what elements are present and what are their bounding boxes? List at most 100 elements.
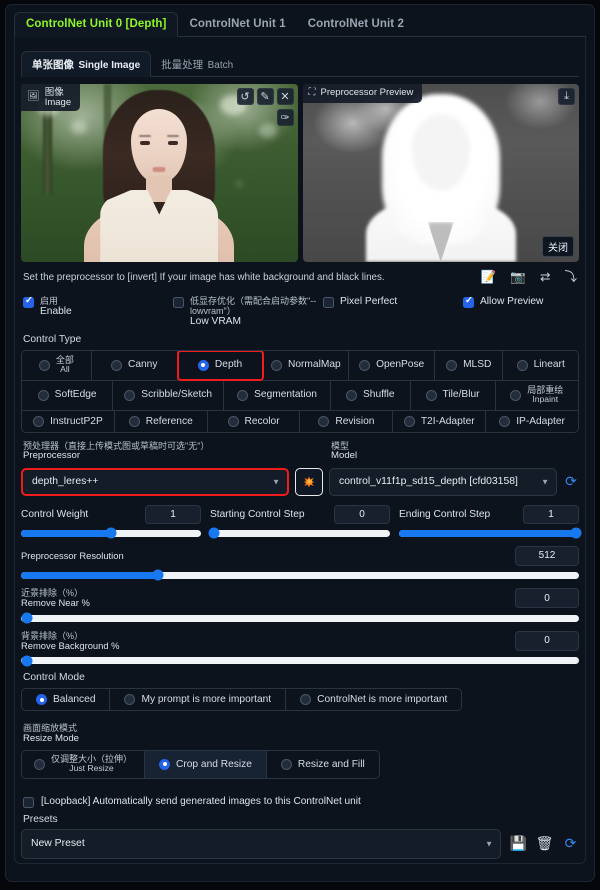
control-type-softedge[interactable]: SoftEdge <box>22 380 114 410</box>
send-icon[interactable]: ⤵ <box>564 271 577 284</box>
control-type-row: InstructP2P Reference Recolor Revision T… <box>22 409 578 432</box>
option-label: Revision <box>335 415 375 427</box>
camera-icon[interactable]: 📷 <box>510 271 526 284</box>
save-preset-icon[interactable]: 💾 <box>510 835 527 852</box>
slider-label: Starting Control Step <box>210 508 305 520</box>
option-label: Scribble/Sketch <box>141 389 213 401</box>
slider-track[interactable] <box>399 527 582 539</box>
control-type-inpaint[interactable]: 局部重绘 Inpaint <box>496 381 578 410</box>
checkbox-pixel-perfect[interactable]: Pixel Perfect <box>323 296 463 308</box>
undo-icon[interactable]: ↺ <box>236 88 254 105</box>
checkbox-label-cn: 低显存优化（需配合启动参数"--lowvram"） <box>190 295 317 316</box>
tab-label-cn: 单张图像 <box>32 58 74 71</box>
control-mode-balanced[interactable]: Balanced <box>22 689 111 711</box>
memo-icon[interactable]: 📝 <box>481 271 497 284</box>
presets-label: Presets <box>23 813 58 825</box>
control-type-row: 全部 All Canny Depth NormalMap OpenPose ML… <box>22 350 578 381</box>
slider-track[interactable] <box>21 527 201 539</box>
radio-dot <box>36 694 47 706</box>
checkbox-box <box>173 296 184 308</box>
tab-controlnet-unit-1[interactable]: ControlNet Unit 1 <box>178 13 296 36</box>
slider-value[interactable]: 1 <box>145 504 201 524</box>
option-label: Crop and Resize <box>176 758 252 770</box>
slider-value[interactable]: 0 <box>515 630 579 651</box>
checkbox-allow-preview[interactable]: Allow Preview <box>463 295 543 308</box>
checkbox-box <box>463 295 474 308</box>
checkbox-loopback[interactable]: [Loopback] Automatically send generated … <box>21 796 579 808</box>
unit-tab-bar: ControlNet Unit 0 [Depth] ControlNet Uni… <box>14 11 586 37</box>
checkbox-box <box>23 295 34 308</box>
preprocessor-dropdown[interactable]: depth_leres++ ▼ <box>21 467 289 496</box>
refresh-preset-icon[interactable]: ⟳ <box>562 835 579 852</box>
slider-value[interactable]: 0 <box>515 588 579 609</box>
control-type-normalmap[interactable]: NormalMap <box>263 350 350 380</box>
control-type-scribble-sketch[interactable]: Scribble/Sketch <box>113 380 225 410</box>
control-mode-my-prompt[interactable]: My prompt is more important <box>110 689 287 711</box>
radio-dot <box>110 359 122 371</box>
control-type-instructp2p[interactable]: InstructP2P <box>22 410 115 432</box>
checkbox-enable[interactable]: 启用 Enable <box>23 295 173 318</box>
control-type-segmentation[interactable]: Segmentation <box>224 380 332 410</box>
slider-track[interactable] <box>21 612 579 624</box>
slider-value[interactable]: 0 <box>334 504 390 524</box>
control-type-depth[interactable]: Depth <box>176 350 265 381</box>
tab-controlnet-unit-0[interactable]: ControlNet Unit 0 [Depth] <box>14 12 179 37</box>
control-type-openpose[interactable]: OpenPose <box>349 350 436 380</box>
radio-dot <box>346 389 357 401</box>
control-type-recolor[interactable]: Recolor <box>208 410 301 432</box>
resize-mode-just-resize[interactable]: 仅调整大小（拉伸） Just Resize <box>22 750 146 778</box>
model-dropdown[interactable]: control_v11f1p_sd15_depth [cfd03158] ▼ <box>329 467 557 496</box>
control-type-lineart[interactable]: Lineart <box>503 351 578 380</box>
input-image-badge: 🖼 图像 Image <box>21 84 81 111</box>
tab-single-image[interactable]: 单张图像 Single Image <box>21 50 152 77</box>
tab-controlnet-unit-2[interactable]: ControlNet Unit 2 <box>297 13 415 36</box>
control-type-all[interactable]: 全部 All <box>22 350 92 380</box>
preprocessor-preview-panel[interactable]: ⛶ Preprocessor Preview ⤓ 关闭 <box>302 84 579 262</box>
resize-mode-crop-and-resize[interactable]: Crop and Resize <box>145 750 267 778</box>
control-type-revision[interactable]: Revision <box>300 410 394 432</box>
close-icon[interactable]: ✕ <box>276 88 294 105</box>
checkbox-low-vram[interactable]: 低显存优化（需配合启动参数"--lowvram"） Low VRAM <box>173 296 323 328</box>
control-type-reference[interactable]: Reference <box>115 410 208 432</box>
tab-batch[interactable]: 批量处理 Batch <box>151 52 243 76</box>
input-image-panel[interactable]: 🖼 图像 Image ↺ ✎ ✕ ✑ <box>21 84 298 262</box>
control-type-shuffle[interactable]: Shuffle <box>331 380 411 410</box>
swap-icon[interactable]: ⇄ <box>540 271 550 284</box>
control-type-t2i-adapter[interactable]: T2I-Adapter <box>393 410 487 432</box>
slider-track[interactable] <box>208 527 390 539</box>
preprocessor-label-en: Preprocessor <box>23 450 81 462</box>
preset-dropdown[interactable]: New Preset ▼ <box>21 828 501 859</box>
radio-dot <box>34 758 45 770</box>
control-type-canny[interactable]: Canny <box>92 350 178 380</box>
slider-value[interactable]: 1 <box>523 504 579 524</box>
badge-label-en: Image <box>44 96 72 108</box>
run-preprocessor-button[interactable] <box>295 467 323 496</box>
control-mode-grid: Balanced My prompt is more important Con… <box>21 688 463 712</box>
close-preview-button[interactable]: 关闭 <box>542 236 574 257</box>
refresh-models-icon[interactable]: ⟳ <box>563 473 579 490</box>
slider-label: Control Weight <box>21 508 89 520</box>
brush-icon[interactable]: ✑ <box>276 109 294 126</box>
checkbox-label-cn: 启用 <box>40 295 59 306</box>
hint-row: Set the preprocessor to [invert] If your… <box>21 271 579 284</box>
slider-track[interactable] <box>21 569 579 581</box>
control-type-mlsd[interactable]: MLSD <box>435 350 504 380</box>
slider-remove-background: 背景排除（%） Remove Background % 0 <box>21 630 579 667</box>
download-icon[interactable]: ⤓ <box>558 88 575 105</box>
control-mode-controlnet[interactable]: ControlNet is more important <box>286 689 461 710</box>
preset-value: New Preset <box>31 838 85 850</box>
option-label: Balanced <box>53 694 96 706</box>
resize-mode-resize-and-fill[interactable]: Resize and Fill <box>267 751 379 778</box>
radio-dot <box>197 359 209 371</box>
control-type-ip-adapter[interactable]: IP-Adapter <box>486 411 578 432</box>
mode-tab-bar: 单张图像 Single Image 批量处理 Batch <box>21 43 579 77</box>
model-value: control_v11f1p_sd15_depth [cfd03158] <box>339 476 518 488</box>
slider-value[interactable]: 512 <box>515 545 579 566</box>
eraser-icon[interactable]: ✎ <box>256 88 274 105</box>
option-label: Resize and Fill <box>297 758 365 770</box>
radio-dot <box>124 389 136 401</box>
radio-dot <box>516 359 528 371</box>
slider-track[interactable] <box>21 655 579 667</box>
control-type-tile-blur[interactable]: Tile/Blur <box>411 380 496 410</box>
delete-preset-icon[interactable]: 🗑 <box>536 835 554 852</box>
